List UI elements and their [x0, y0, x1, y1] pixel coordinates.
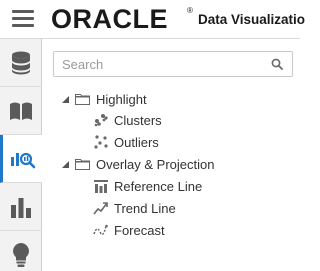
rail-tab-visualize[interactable] [0, 183, 42, 231]
tree-group-overlay-projection[interactable]: Overlay & Projection [60, 154, 215, 174]
lightbulb-icon [13, 243, 29, 267]
tree-item-label: Clusters [114, 112, 162, 128]
tree-item-trend-line[interactable]: Trend Line [93, 198, 176, 218]
folder-icon [75, 94, 90, 105]
caret-down-icon[interactable] [60, 94, 70, 104]
tree-item-clusters[interactable]: Clusters [93, 110, 162, 130]
outliers-icon [94, 135, 108, 149]
book-icon [10, 102, 32, 120]
tree-item-forecast[interactable]: Forecast [93, 220, 165, 240]
rail-tab-data[interactable] [0, 39, 42, 87]
rail-tab-library[interactable] [0, 87, 42, 135]
bar-chart-icon [11, 197, 31, 218]
search-box [53, 51, 293, 77]
tree-item-reference-line[interactable]: Reference Line [93, 176, 202, 196]
tree-item-label: Reference Line [114, 178, 203, 194]
oracle-logo: ORACLE [51, 4, 168, 34]
analytics-panel: Highlight Clusters Outliers [42, 39, 300, 271]
reference-line-icon [94, 180, 108, 193]
folder-icon [75, 159, 90, 170]
rail-tab-insights[interactable] [0, 231, 42, 271]
top-header: ORACLE ® Data Visualizatio [0, 0, 305, 39]
registered-mark: ® [187, 6, 193, 15]
tree-group-label: Highlight [96, 91, 147, 107]
tree-item-label: Trend Line [114, 200, 176, 216]
search-icon[interactable] [271, 58, 283, 70]
left-rail [0, 39, 43, 271]
product-title: Data Visualizatio [198, 12, 306, 27]
clusters-icon [94, 114, 108, 127]
caret-down-icon[interactable] [60, 159, 70, 169]
tree-group-label: Overlay & Projection [96, 156, 215, 172]
tree-item-outliers[interactable]: Outliers [93, 132, 159, 152]
forecast-icon [93, 224, 108, 236]
tree-item-label: Forecast [114, 222, 165, 238]
tree-group-highlight[interactable]: Highlight [60, 89, 147, 109]
tree-item-label: Outliers [114, 134, 159, 150]
rail-tab-analytics[interactable] [0, 135, 43, 183]
analytics-search-icon [11, 152, 36, 168]
trend-line-icon [93, 202, 108, 215]
hamburger-menu-icon[interactable] [12, 9, 34, 29]
database-icon [12, 51, 30, 74]
search-input[interactable] [54, 52, 266, 76]
